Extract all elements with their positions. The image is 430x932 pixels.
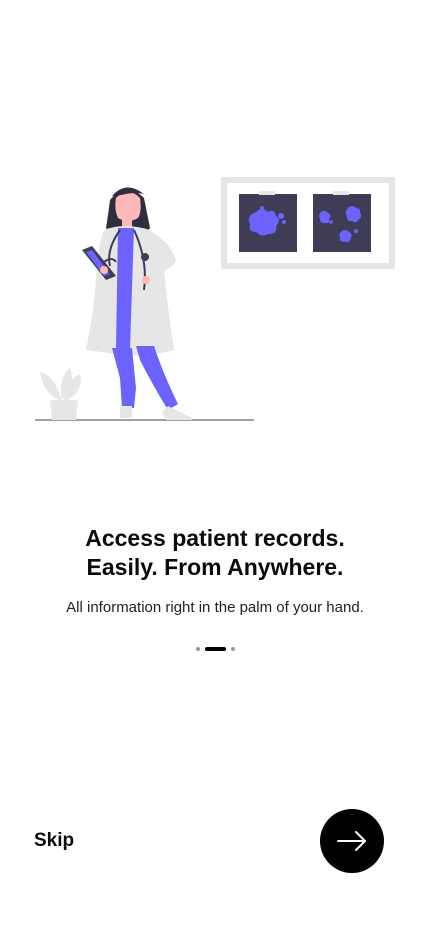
doctor-figure xyxy=(82,187,192,420)
onboarding-subtitle: All information right in the palm of you… xyxy=(66,599,364,616)
page-dot-3[interactable] xyxy=(230,647,235,651)
page-indicator xyxy=(0,645,430,653)
page-dot-1[interactable] xyxy=(195,647,200,651)
page-dot-2-active[interactable] xyxy=(204,647,226,651)
title-line-1: Access patient records. xyxy=(85,525,345,551)
next-button[interactable] xyxy=(320,809,384,873)
title-line-2: Easily. From Anywhere. xyxy=(86,554,344,580)
onboarding-illustration xyxy=(0,160,430,440)
plant-icon xyxy=(40,368,81,420)
arrow-right-icon xyxy=(337,831,366,851)
xray-board xyxy=(221,177,395,269)
onboarding-title: Access patient records. Easily. From Any… xyxy=(0,524,430,582)
skip-button[interactable]: Skip xyxy=(34,828,74,854)
